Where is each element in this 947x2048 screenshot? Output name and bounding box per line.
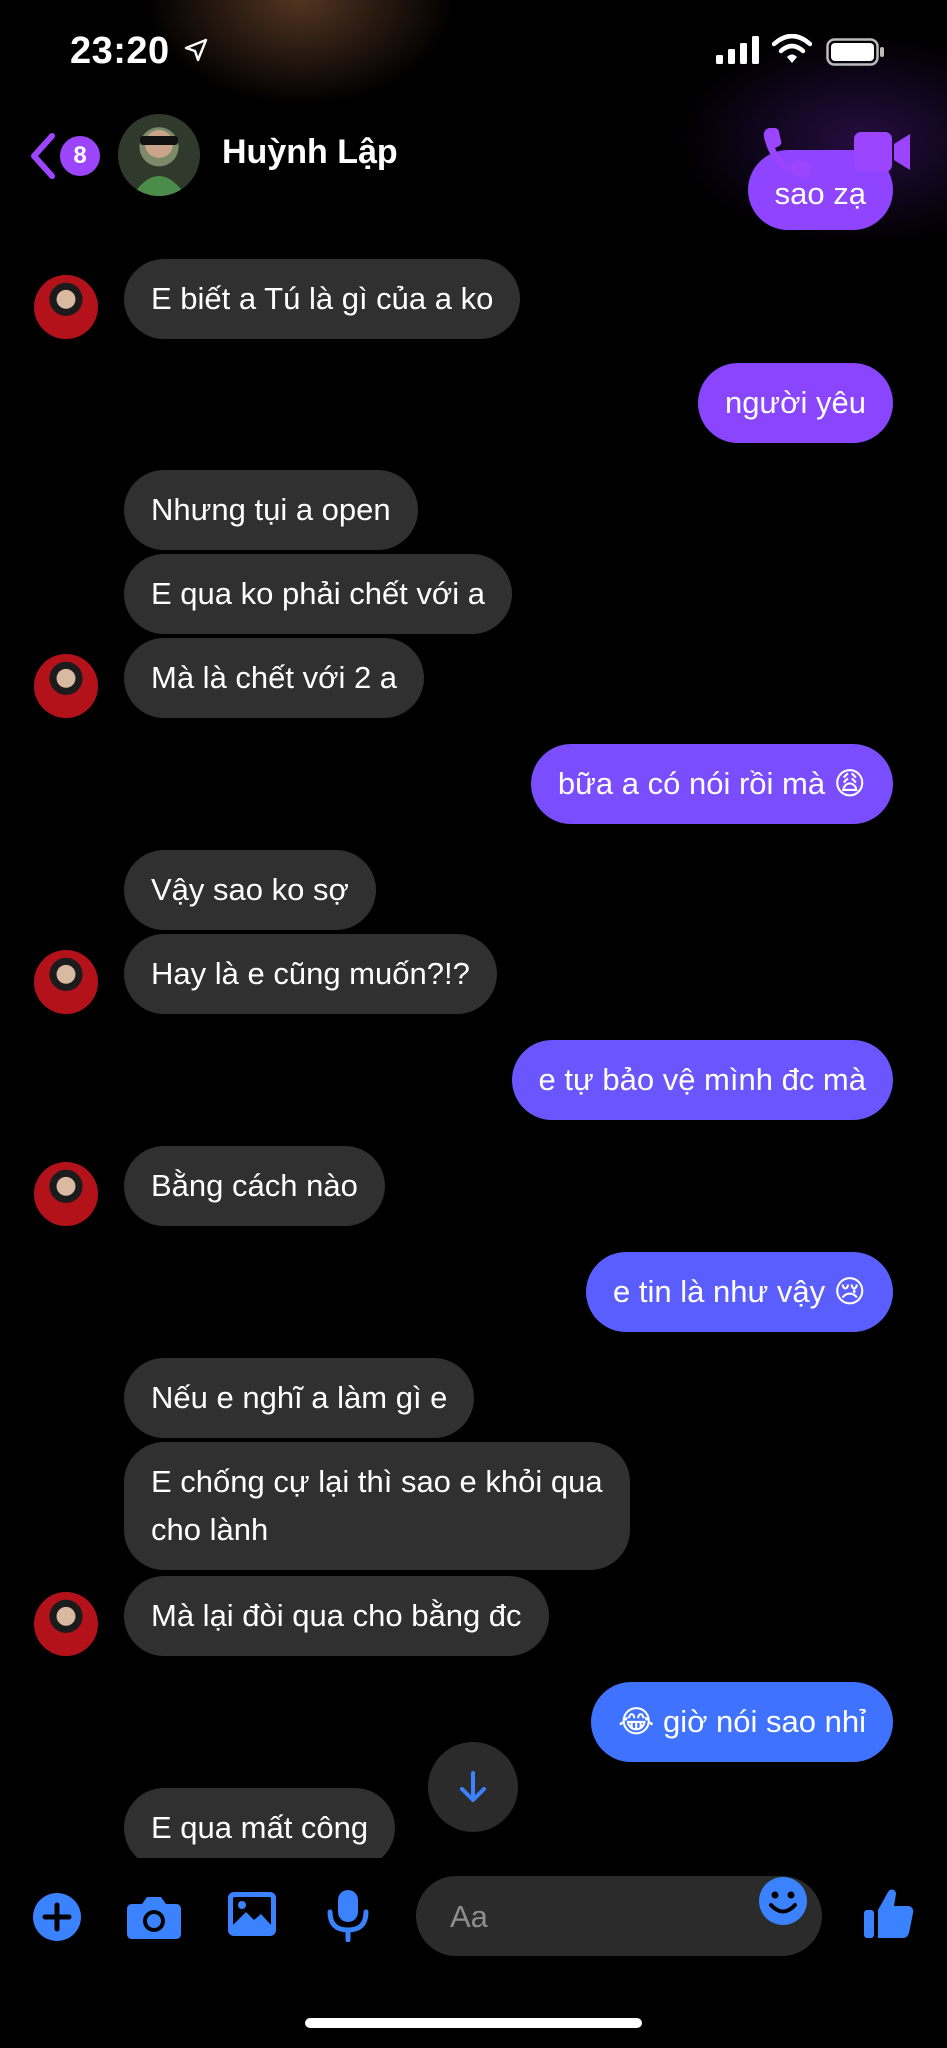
unread-count-badge: 8 (60, 136, 100, 176)
camera-icon[interactable] (126, 1894, 182, 1940)
status-time: 23:20 (70, 30, 170, 72)
message-input[interactable] (448, 1890, 752, 1944)
contact-avatar[interactable] (118, 114, 200, 196)
wifi-icon (772, 34, 812, 63)
emoji-icon[interactable] (758, 1876, 808, 1926)
contact-avatar[interactable] (34, 275, 98, 339)
battery-icon (826, 38, 884, 66)
message-outgoing[interactable]: người yêu (697, 363, 893, 443)
contact-avatar[interactable] (34, 1592, 98, 1656)
contact-avatar[interactable] (34, 950, 98, 1014)
profile-photo-icon (132, 130, 186, 196)
message-incoming[interactable]: E qua mất công (124, 1788, 396, 1858)
message-incoming[interactable]: Mà lại đòi qua cho bằng đc (124, 1576, 549, 1656)
contact-avatar[interactable] (34, 1162, 98, 1226)
status-bar: 23:20 (0, 0, 947, 110)
photo-gallery-icon[interactable] (226, 1890, 278, 1938)
arrow-down-icon (460, 1771, 486, 1802)
message-incoming[interactable]: Nếu e nghĩ a làm gì e (124, 1358, 475, 1438)
conversation-header: 8 Huỳnh Lập (0, 110, 947, 202)
home-indicator[interactable] (305, 2018, 642, 2028)
chevron-left-icon (31, 133, 55, 179)
message-outgoing[interactable]: e tin là như vậy 😢 (586, 1252, 893, 1332)
message-incoming[interactable]: E biết a Tú là gì của a ko (124, 259, 521, 339)
contact-name[interactable]: Huỳnh Lập (222, 133, 398, 172)
message-incoming[interactable]: Bằng cách nào (124, 1146, 385, 1226)
thumbs-up-icon[interactable] (862, 1886, 914, 1940)
message-incoming[interactable]: E chống cự lại thì sao e khỏi qua cho là… (124, 1442, 630, 1570)
microphone-icon[interactable] (326, 1888, 370, 1942)
message-outgoing[interactable]: 😂 giờ nói sao nhỉ (591, 1682, 893, 1762)
message-list[interactable]: sao zạ E biết a Tú là gì của a ko người … (0, 0, 947, 1858)
scroll-to-bottom-button[interactable] (428, 1742, 518, 1832)
message-incoming[interactable]: Nhưng tụi a open (124, 470, 418, 550)
message-outgoing[interactable]: e tự bảo vệ mình đc mà (511, 1040, 893, 1120)
location-arrow-icon (184, 38, 208, 62)
message-incoming[interactable]: Vậy sao ko sợ (124, 850, 376, 930)
message-incoming[interactable]: E qua ko phải chết với a (124, 554, 512, 634)
message-incoming[interactable]: Mà là chết với 2 a (124, 638, 425, 718)
phone-call-icon[interactable] (760, 124, 814, 182)
back-button[interactable]: 8 (28, 128, 100, 184)
contact-avatar[interactable] (34, 654, 98, 718)
video-call-icon[interactable] (852, 128, 912, 176)
message-incoming[interactable]: Hay là e cũng muốn?!? (124, 934, 497, 1014)
plus-circle-icon[interactable] (32, 1892, 82, 1942)
message-outgoing[interactable]: bữa a có nói rồi mà 😩 (530, 744, 893, 824)
cellular-signal-icon (716, 36, 759, 64)
